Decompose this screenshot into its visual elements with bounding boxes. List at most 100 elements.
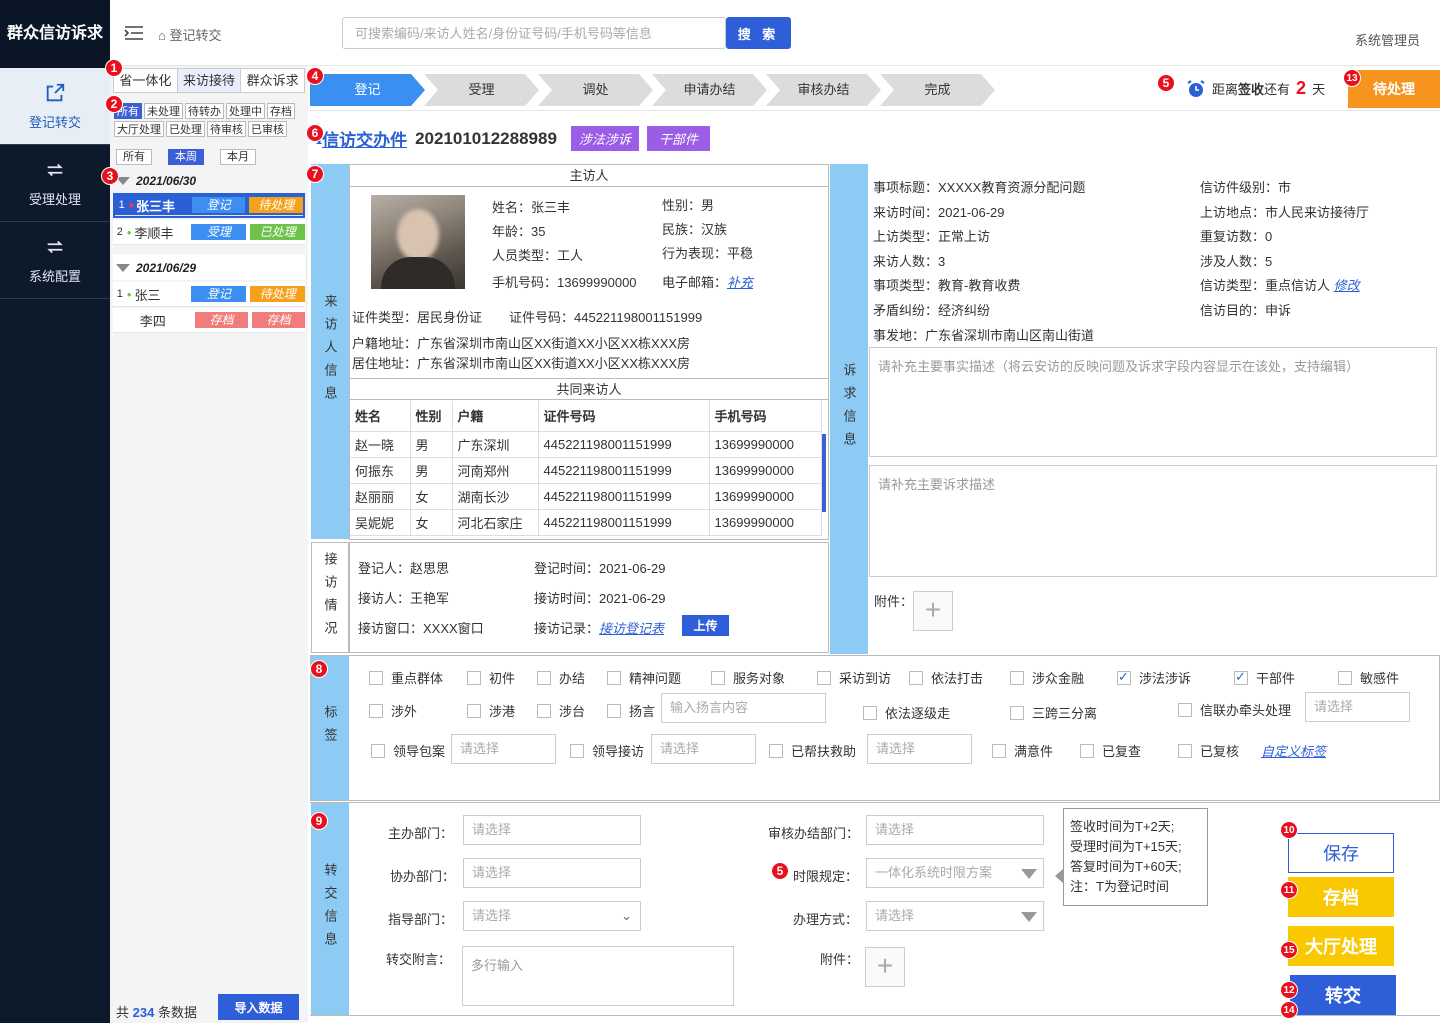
tag-checkbox[interactable]: 重点群体	[369, 668, 443, 687]
method-select[interactable]: 请选择	[866, 901, 1044, 931]
tag-checkbox[interactable]: 扬言	[607, 701, 655, 720]
filter-processing[interactable]: 处理中	[226, 103, 265, 119]
date-group-header[interactable]: 2021/06/30	[116, 174, 196, 188]
assist-dept-select[interactable]: 请选择	[463, 858, 641, 888]
checkbox[interactable]	[909, 670, 923, 685]
nav-item-config[interactable]: 系统配置	[0, 222, 110, 299]
tag-checkbox[interactable]: 涉法涉诉	[1117, 668, 1191, 687]
checkbox[interactable]	[607, 670, 621, 685]
upload-button[interactable]: 上传	[682, 615, 729, 636]
aid-select[interactable]: 请选择	[867, 734, 972, 764]
tag-checkbox[interactable]: 已复查	[1080, 741, 1141, 760]
checkbox[interactable]	[369, 670, 383, 685]
time-limit-select[interactable]: 一体化系统时限方案	[866, 858, 1044, 888]
nav-item-register[interactable]: 登记转交	[0, 68, 110, 145]
tag-checkbox[interactable]: 领导接访	[570, 741, 644, 760]
tab-appeal[interactable]: 群众诉求	[241, 69, 304, 92]
transfer-note-textarea[interactable]: 多行输入	[462, 946, 734, 1006]
tag-checkbox[interactable]: 涉众金融	[1010, 668, 1084, 687]
checkbox[interactable]	[467, 670, 481, 685]
main-dept-select[interactable]: 请选择	[463, 815, 641, 845]
fact-description-textarea[interactable]: 请补充主要事实描述（将云安访的反映问题及诉求字段内容显示在该处，支持编辑）	[869, 347, 1437, 457]
tag-checkbox[interactable]: 敏感件	[1338, 668, 1399, 687]
checkbox[interactable]	[537, 703, 551, 718]
leader-reception-select[interactable]: 请选择	[651, 734, 756, 764]
tag-checkbox[interactable]: 采访到访	[817, 668, 891, 687]
checkbox[interactable]	[1010, 705, 1024, 720]
filter-to-review[interactable]: 待审核	[207, 121, 246, 137]
tag-checkbox[interactable]: 涉港	[467, 701, 515, 720]
checkbox[interactable]	[863, 705, 877, 720]
checkbox[interactable]	[537, 670, 551, 685]
leader-case-select[interactable]: 请选择	[451, 734, 556, 764]
home-icon[interactable]: ⌂	[158, 28, 166, 43]
lead-handler-select[interactable]: 请选择	[1305, 692, 1410, 722]
tag-checkbox[interactable]: 服务对象	[711, 668, 785, 687]
checkbox[interactable]	[769, 743, 783, 758]
checkbox-checked[interactable]	[1117, 669, 1131, 685]
tag-checkbox[interactable]: 涉台	[537, 701, 585, 720]
filter-done[interactable]: 已处理	[166, 121, 205, 137]
checkbox[interactable]	[1080, 743, 1094, 758]
tag-checkbox[interactable]: 依法逐级走	[863, 703, 950, 722]
tag-checkbox[interactable]: 领导包案	[371, 741, 445, 760]
date-group-header[interactable]: 2021/06/29	[116, 261, 196, 275]
archive-button[interactable]: 存档	[1288, 877, 1394, 917]
transfer-button[interactable]: 转交	[1290, 975, 1396, 1015]
table-row[interactable]: 何振东男河南郑州 445221198001151999 13699990000	[350, 457, 822, 484]
review-dept-select[interactable]: 请选择	[866, 815, 1044, 845]
request-description-textarea[interactable]: 请补充主要诉求描述	[869, 465, 1437, 577]
record-form-link[interactable]: 接访登记表	[599, 621, 664, 636]
tag-checkbox[interactable]: 办结	[537, 668, 585, 687]
checkbox[interactable]	[369, 703, 383, 718]
add-attachment-plus-icon[interactable]: +	[913, 591, 953, 631]
tag-checkbox[interactable]: 干部件	[1234, 668, 1295, 687]
checkbox[interactable]	[817, 670, 831, 685]
modify-link[interactable]: 修改	[1334, 278, 1360, 293]
tag-checkbox[interactable]: 已帮扶救助	[769, 741, 856, 760]
table-row[interactable]: 吴妮妮女河北石家庄 445221198001151999 13699990000	[350, 509, 822, 536]
tag-checkbox[interactable]: 精神问题	[607, 668, 681, 687]
filter-hall[interactable]: 大厅处理	[114, 121, 164, 137]
checkbox[interactable]	[371, 743, 385, 758]
tag-checkbox[interactable]: 满意件	[992, 741, 1053, 760]
table-row[interactable]: 赵丽丽女湖南长沙 445221198001151999 13699990000	[350, 483, 822, 510]
list-item[interactable]: 李四 存档 存档	[113, 308, 305, 333]
checkbox[interactable]	[992, 743, 1006, 758]
checkbox[interactable]	[1338, 670, 1352, 685]
threat-content-input[interactable]: 输入扬言内容	[661, 693, 826, 723]
checkbox[interactable]	[467, 703, 481, 718]
list-item[interactable]: 1 ● 张三 登记 待处理	[113, 282, 305, 307]
email-fill-link[interactable]: 补充	[727, 275, 753, 290]
checkbox[interactable]	[1010, 670, 1024, 685]
checkbox-checked[interactable]	[1234, 669, 1248, 685]
tag-checkbox[interactable]: 已复核	[1178, 741, 1239, 760]
user-name[interactable]: 系统管理员	[1355, 30, 1420, 49]
filter-to-transfer[interactable]: 待转办	[185, 103, 224, 119]
tab-province[interactable]: 省一体化	[114, 69, 178, 92]
list-item[interactable]: 1 ● 张三丰 登记 待处理	[113, 193, 305, 218]
import-data-button[interactable]: 导入数据	[218, 994, 299, 1020]
checkbox[interactable]	[1178, 743, 1192, 758]
custom-tag-link[interactable]: 自定义标签	[1261, 741, 1326, 760]
status-button[interactable]: 待处理	[1348, 70, 1440, 108]
filter-reviewed[interactable]: 已审核	[248, 121, 287, 137]
tag-checkbox[interactable]: 涉外	[369, 701, 417, 720]
period-all[interactable]: 所有	[116, 149, 152, 165]
case-title-link[interactable]: 信访交办件	[322, 126, 407, 151]
hall-process-button[interactable]: 大厅处理	[1288, 926, 1394, 966]
table-row[interactable]: 赵一晓男广东深圳 445221198001151999 13699990000	[350, 431, 822, 458]
filter-unprocessed[interactable]: 未处理	[144, 103, 183, 119]
checkbox[interactable]	[711, 670, 725, 685]
guide-dept-select[interactable]: 请选择 ⌄	[463, 901, 641, 931]
checkbox[interactable]	[570, 743, 584, 758]
tag-checkbox[interactable]: 初件	[467, 668, 515, 687]
checkbox[interactable]	[607, 703, 621, 718]
nav-item-accept[interactable]: 受理处理	[0, 145, 110, 222]
checkbox[interactable]	[1178, 702, 1192, 717]
period-week[interactable]: 本周	[168, 149, 204, 165]
tab-visit[interactable]: 来访接待	[177, 69, 242, 92]
tag-checkbox[interactable]: 信联办牵头处理	[1178, 700, 1291, 719]
table-scrollbar[interactable]	[822, 434, 826, 512]
search-button[interactable]: 搜 索	[726, 17, 791, 49]
